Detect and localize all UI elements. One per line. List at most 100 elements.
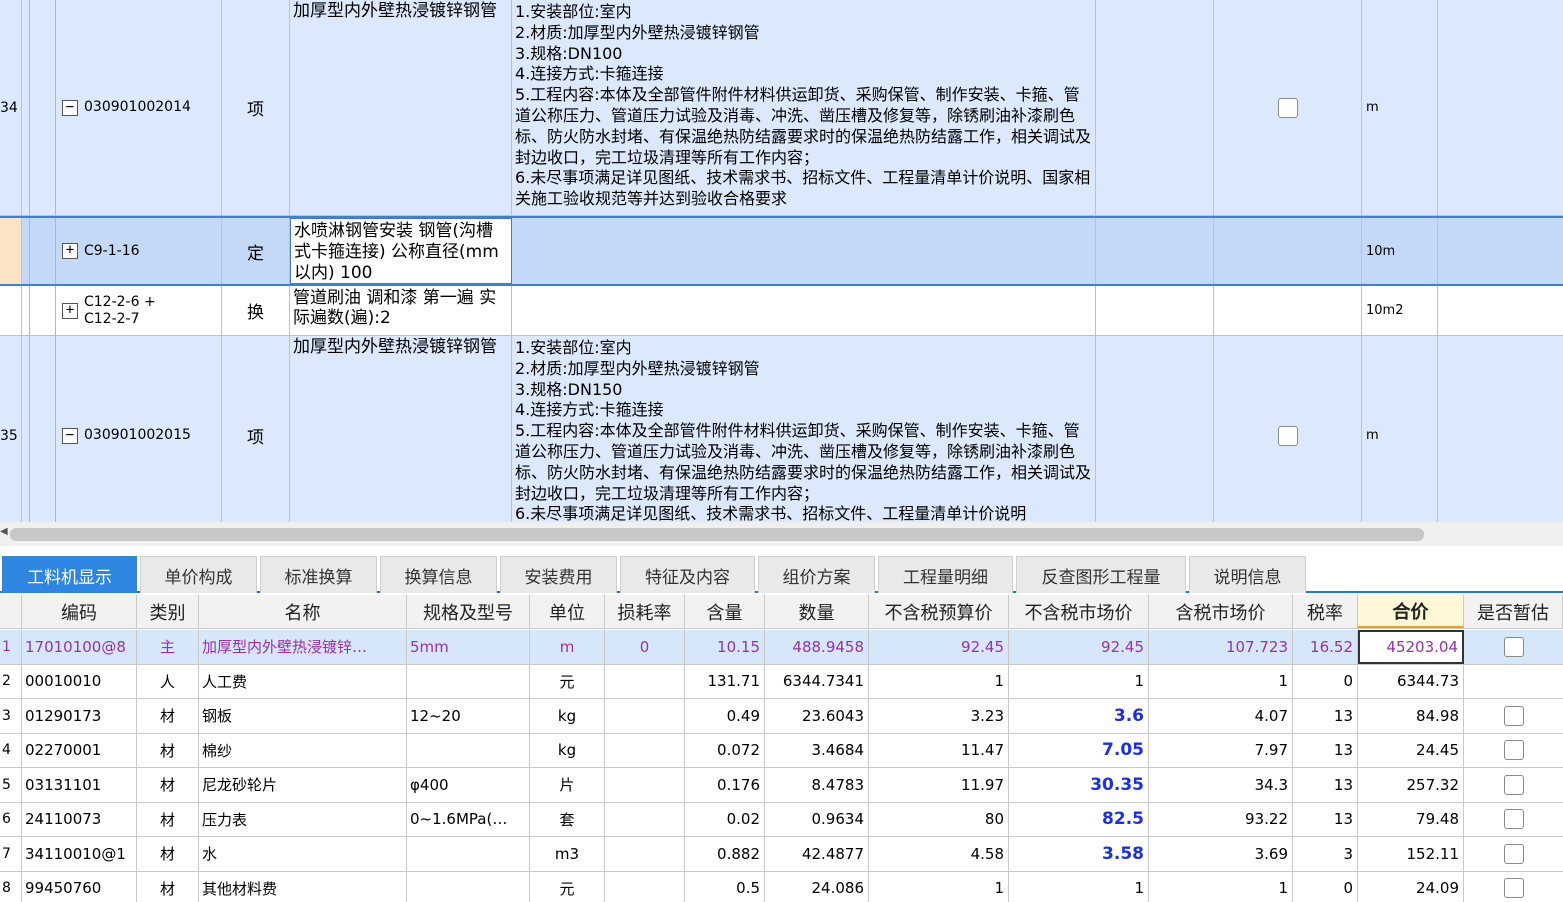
tax-rate[interactable]: 13 (1293, 802, 1358, 836)
loss-rate[interactable] (605, 802, 685, 836)
column-header[interactable]: 单位 (530, 595, 605, 628)
budget-price[interactable]: 11.47 (869, 733, 1009, 767)
market-price[interactable]: 1 (1009, 664, 1149, 698)
tab-7[interactable]: 组价方案 (758, 556, 875, 593)
loss-rate[interactable] (605, 871, 685, 902)
resource-unit[interactable]: 元 (530, 664, 605, 698)
content-qty[interactable]: 10.15 (685, 630, 765, 664)
estimate-checkbox[interactable] (1503, 809, 1524, 830)
tab-3[interactable]: 标准换算 (260, 556, 377, 593)
tab-8[interactable]: 工程量明细 (878, 556, 1013, 593)
loss-rate[interactable] (605, 664, 685, 698)
content-qty[interactable]: 0.072 (685, 733, 765, 767)
quantity[interactable]: 3.4684 (765, 733, 869, 767)
column-header[interactable]: 损耗率 (605, 595, 685, 628)
resource-code[interactable]: 24110073 (22, 802, 137, 836)
resource-spec[interactable]: 12~20 (407, 699, 530, 733)
column-header[interactable]: 是否暂估 (1464, 595, 1563, 628)
resource-code[interactable]: 01290173 (22, 699, 137, 733)
market-price[interactable]: 7.05 (1009, 733, 1149, 767)
column-header[interactable]: 含量 (685, 595, 765, 628)
bill-row[interactable]: + C12-2-6 + C12-2-7 换管道刷油 调和漆 第一遍 实际遍数(遍):… (0, 286, 1563, 336)
loss-rate[interactable] (605, 837, 685, 871)
resource-spec[interactable]: 5mm (407, 630, 530, 664)
resource-category[interactable]: 材 (137, 837, 199, 871)
budget-price[interactable]: 92.45 (869, 630, 1009, 664)
item-name[interactable]: 管道刷油 调和漆 第一遍 实际遍数(遍):2 (290, 286, 512, 335)
column-header[interactable]: 合价 (1358, 595, 1464, 628)
resource-spec[interactable]: 0~1.6MPa(… (407, 802, 530, 836)
content-qty[interactable]: 0.49 (685, 699, 765, 733)
collapse-icon[interactable]: − (62, 99, 78, 116)
resource-unit[interactable]: 片 (530, 768, 605, 802)
tax-rate[interactable]: 13 (1293, 768, 1358, 802)
budget-price[interactable]: 11.97 (869, 768, 1009, 802)
tab-2[interactable]: 单价构成 (140, 556, 257, 593)
resource-name[interactable]: 棉纱 (199, 733, 407, 767)
resource-category[interactable]: 材 (137, 802, 199, 836)
total-price[interactable]: 84.98 (1358, 699, 1464, 733)
market-price-tax[interactable]: 3.69 (1149, 837, 1293, 871)
resource-category[interactable]: 材 (137, 871, 199, 902)
estimate-checkbox[interactable] (1503, 843, 1524, 864)
resource-code[interactable]: 00010010 (22, 664, 137, 698)
resource-category[interactable]: 材 (137, 699, 199, 733)
total-price[interactable]: 24.45 (1358, 733, 1464, 767)
budget-price[interactable]: 3.23 (869, 699, 1009, 733)
resource-row[interactable]: 5 03131101 材尼龙砂轮片 φ400 片 0.176 8.4783 11.97 30.3… (0, 768, 1563, 803)
item-description[interactable] (512, 286, 1096, 335)
quantity[interactable]: 23.6043 (765, 699, 869, 733)
checkbox[interactable] (1277, 97, 1298, 118)
content-qty[interactable]: 0.882 (685, 837, 765, 871)
market-price-tax[interactable]: 4.07 (1149, 699, 1293, 733)
market-price-tax[interactable]: 7.97 (1149, 733, 1293, 767)
market-price[interactable]: 30.35 (1009, 768, 1149, 802)
budget-price[interactable]: 4.58 (869, 837, 1009, 871)
market-price[interactable]: 1 (1009, 871, 1149, 902)
tab-9[interactable]: 反查图形工程量 (1016, 556, 1186, 593)
bill-row[interactable]: 35−030901002015 项加厚型内外壁热浸镀锌钢管 1.安装部位:室内 2.… (0, 336, 1563, 522)
quantity[interactable]: 24.086 (765, 871, 869, 902)
total-price[interactable]: 257.32 (1358, 768, 1464, 802)
resource-spec[interactable] (407, 837, 530, 871)
column-header[interactable]: 类别 (137, 595, 199, 628)
quantity[interactable]: 488.9458 (765, 630, 869, 664)
loss-rate[interactable] (605, 733, 685, 767)
market-price-tax[interactable]: 93.22 (1149, 802, 1293, 836)
budget-price[interactable]: 80 (869, 802, 1009, 836)
resource-name[interactable]: 加厚型内外壁热浸镀锌… (199, 630, 407, 664)
resource-row[interactable]: 8 99450760 材其他材料费元 0.5 24.086 1 1 1 0 24.09 (0, 871, 1563, 902)
tab-1[interactable]: 工料机显示 (2, 556, 137, 593)
item-name[interactable]: 加厚型内外壁热浸镀锌钢管 (290, 336, 512, 522)
resource-unit[interactable]: kg (530, 699, 605, 733)
resource-row[interactable]: 2 00010010 人人工费元 131.71 6344.7341 1 1 1 0 6344.73 (0, 664, 1563, 699)
market-price-tax[interactable]: 107.723 (1149, 630, 1293, 664)
total-price[interactable]: 6344.73 (1358, 664, 1464, 698)
resource-code[interactable]: 99450760 (22, 871, 137, 902)
resource-code[interactable]: 34110010@1 (22, 837, 137, 871)
resource-row[interactable]: 6 24110073 材压力表 0~1.6MPa(… 套 0.02 0.9634 80 82.5… (0, 802, 1563, 837)
item-code-cell[interactable]: + C12-2-6 + C12-2-7 (56, 286, 222, 335)
column-header[interactable]: 编码 (22, 595, 137, 628)
resource-name[interactable]: 压力表 (199, 802, 407, 836)
item-description[interactable] (512, 218, 1096, 284)
market-price[interactable]: 82.5 (1009, 802, 1149, 836)
tax-rate[interactable]: 16.52 (1293, 630, 1358, 664)
column-header[interactable]: 税率 (1293, 595, 1358, 628)
resource-category[interactable]: 主 (137, 630, 199, 664)
quantity[interactable]: 8.4783 (765, 768, 869, 802)
tax-rate[interactable]: 3 (1293, 837, 1358, 871)
resource-row[interactable]: 1 17010100@8 主加厚型内外壁热浸镀锌… 5mm m 0 10.15 488.945… (0, 630, 1563, 665)
resource-name[interactable]: 其他材料费 (199, 871, 407, 902)
horizontal-scrollbar[interactable]: ◀ (0, 522, 1563, 546)
column-header[interactable]: 含税市场价 (1149, 595, 1293, 628)
item-code-cell[interactable]: + C9-1-16 (56, 218, 222, 284)
content-qty[interactable]: 131.71 (685, 664, 765, 698)
estimate-checkbox[interactable] (1503, 636, 1524, 657)
total-price[interactable]: 79.48 (1358, 802, 1464, 836)
total-price[interactable]: 45203.04 (1358, 630, 1464, 664)
expand-icon[interactable]: + (62, 243, 78, 259)
bill-row[interactable]: 34−030901002014 项加厚型内外壁热浸镀锌钢管 1.安装部位:室内 2.… (0, 0, 1563, 216)
market-price-tax[interactable]: 34.3 (1149, 768, 1293, 802)
estimate-checkbox[interactable] (1503, 878, 1524, 899)
